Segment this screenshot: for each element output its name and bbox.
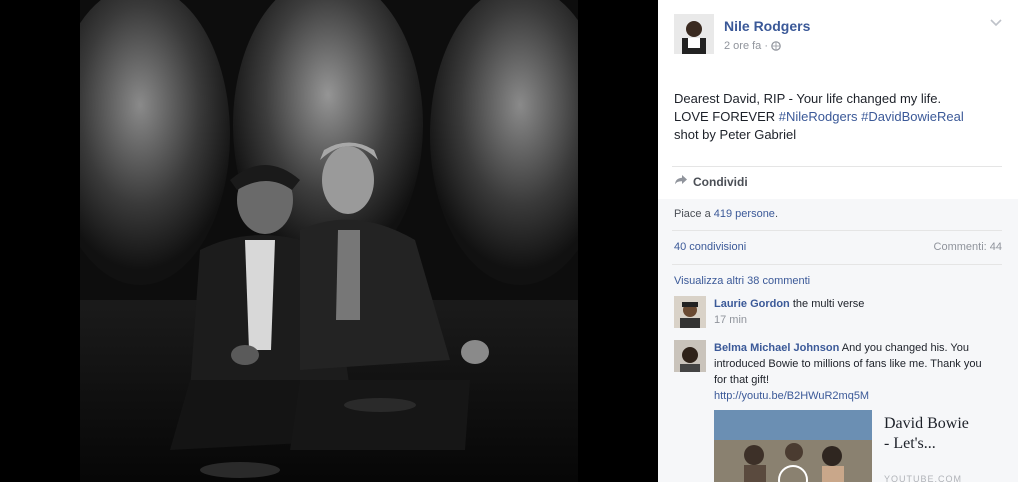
commenter-avatar[interactable] — [674, 340, 706, 372]
post-header: Nile Rodgers 2 ore fa · — [674, 14, 1004, 58]
commenter-name[interactable]: Belma Michael Johnson — [714, 342, 839, 354]
photo-viewer-stage — [0, 0, 658, 482]
post-text-line2: LOVE FOREVER #NileRodgers #DavidBowieRea… — [674, 108, 994, 126]
post-meta: 2 ore fa · — [724, 40, 781, 54]
link-preview[interactable]: David Bowie - Let's... YOUTUBE.COM — [714, 410, 1014, 482]
globe-icon[interactable] — [771, 41, 781, 54]
shares-count-link[interactable]: 40 condivisioni — [674, 241, 746, 253]
avatar-image — [674, 14, 714, 54]
hashtag-link[interactable]: #DavidBowieReal — [861, 109, 964, 124]
comment-body: Belma Michael Johnson And you changed hi… — [714, 340, 982, 404]
commenter-name[interactable]: Laurie Gordon — [714, 298, 790, 310]
post-text: Dearest David, RIP - Your life changed m… — [674, 90, 994, 144]
divider — [672, 264, 1002, 265]
post-text-line1: Dearest David, RIP - Your life changed m… — [674, 91, 942, 106]
comments-count: Commenti: 44 — [933, 241, 1002, 253]
author-avatar[interactable] — [674, 14, 714, 54]
link-preview-source: YOUTUBE.COM — [884, 474, 963, 482]
link-preview-thumbnail — [714, 410, 872, 482]
post-text-line3: shot by Peter Gabriel — [674, 127, 797, 142]
likes-suffix: . — [774, 208, 778, 220]
comment-text: the multi verse — [792, 298, 865, 310]
share-label: Condividi — [693, 174, 748, 189]
likes-count-link[interactable]: 419 persone — [714, 208, 775, 220]
preview-title-line: - Let's... — [884, 435, 936, 452]
post-stats: 40 condivisioni Commenti: 44 — [674, 241, 1002, 253]
commenter-avatar[interactable] — [674, 296, 706, 328]
share-arrow-icon — [674, 174, 688, 189]
photo-image — [80, 0, 578, 482]
post-timestamp[interactable]: 2 ore fa — [724, 40, 761, 52]
post-author-name[interactable]: Nile Rodgers — [724, 18, 810, 34]
post-side-panel: Nile Rodgers 2 ore fa · Dearest David, R… — [658, 0, 1018, 482]
post-photo[interactable] — [80, 0, 578, 482]
divider — [672, 230, 1002, 231]
likes-prefix: Piace a — [674, 208, 711, 220]
hashtag-link[interactable]: #NileRodgers — [779, 109, 858, 124]
link-preview-title: David Bowie - Let's... — [884, 414, 994, 454]
meta-separator: · — [764, 40, 769, 52]
preview-title-line: David Bowie — [884, 415, 969, 432]
comment-body: Laurie Gordon the multi verse 17 min — [714, 296, 982, 328]
post-text-love: LOVE FOREVER — [674, 109, 776, 124]
comment-url-link[interactable]: http://youtu.be/B2HWuR2mq5M — [714, 388, 982, 404]
likes-summary: Piace a 419 persone. — [674, 208, 778, 220]
view-more-comments-link[interactable]: Visualizza altri 38 commenti — [674, 275, 810, 287]
share-button[interactable]: Condividi — [674, 174, 748, 189]
divider — [672, 166, 1002, 167]
comment-timestamp[interactable]: 17 min — [714, 312, 982, 328]
chevron-down-icon[interactable] — [988, 16, 1004, 30]
